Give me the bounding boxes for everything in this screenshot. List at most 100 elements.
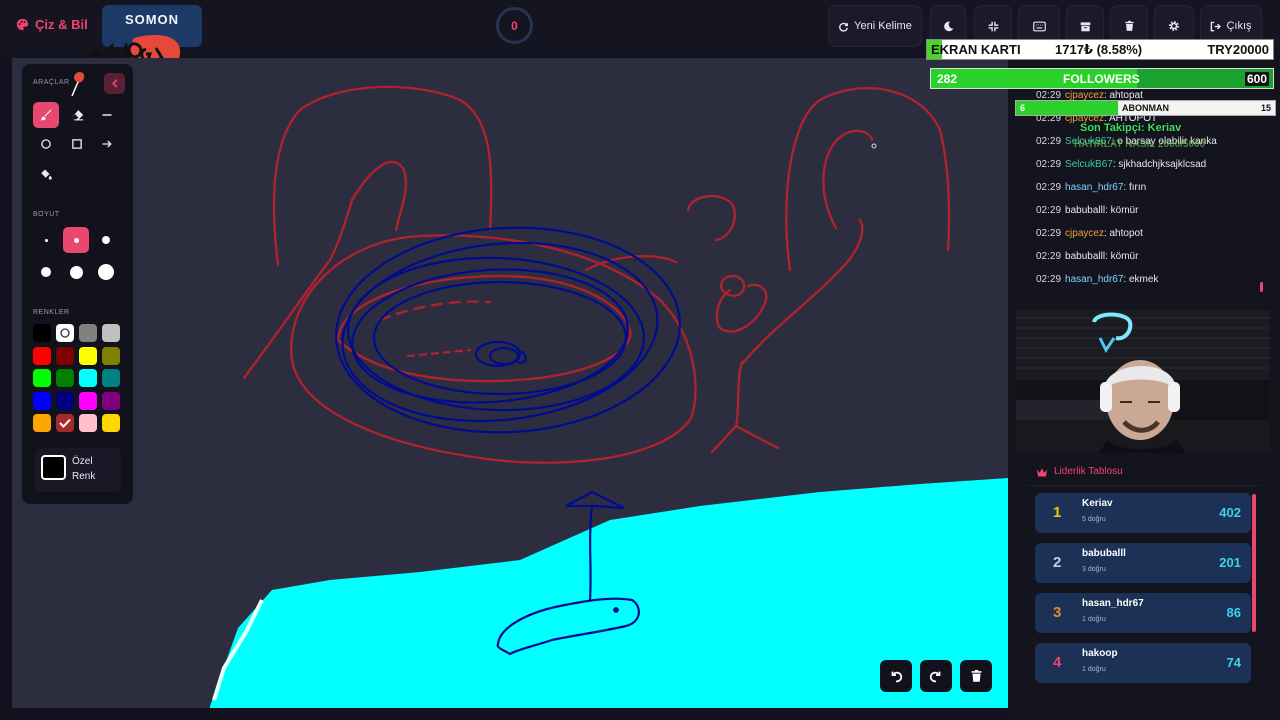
app-brand: Çiz & Bil: [16, 17, 88, 32]
expand-icon: [988, 21, 998, 31]
color-swatch[interactable]: [33, 414, 51, 432]
color-swatch[interactable]: [102, 414, 120, 432]
color-swatch[interactable]: [56, 391, 74, 410]
color-swatch[interactable]: [33, 391, 51, 410]
leaderboard-row: 4 hakoop 1 doğru 74: [1035, 643, 1251, 683]
followers-count: 282: [937, 72, 958, 86]
leaderboard-player-name: babuballl: [1082, 548, 1126, 559]
size-m[interactable]: [93, 227, 119, 253]
color-swatch[interactable]: [56, 324, 74, 342]
sign-out-icon: [1211, 21, 1222, 31]
abonman-label: ABONMAN: [1122, 103, 1169, 113]
custom-color-preview: [41, 455, 66, 480]
color-swatch[interactable]: [79, 324, 97, 342]
clear-canvas-button[interactable]: [960, 660, 992, 692]
chat-time: 02:29: [1036, 228, 1062, 239]
color-swatch[interactable]: [102, 324, 120, 342]
chat-username[interactable]: SelcukB67: [1065, 159, 1113, 170]
size-dot: [73, 237, 79, 243]
chat-log: 02:29 cjpaycez: ahtopat 02:29 cjpaycez: AHT…: [1028, 86, 1268, 286]
chat-message: 02:29 cjpaycez: ahtopot: [1036, 228, 1143, 239]
chat-username[interactable]: hasan_hdr67: [1065, 182, 1123, 193]
gpu-label: EKRAN KARTI: [931, 42, 1021, 57]
color-swatch[interactable]: [102, 346, 120, 365]
size-xl[interactable]: [63, 259, 89, 285]
tool-rectangle[interactable]: [64, 131, 90, 157]
leaderboard-correct-count: 1 doğru: [1082, 666, 1106, 673]
color-swatch[interactable]: [102, 369, 120, 387]
leaderboard-score: 402: [1219, 505, 1241, 520]
color-swatch[interactable]: [79, 391, 97, 410]
color-swatch[interactable]: [33, 346, 51, 365]
undo-button[interactable]: [880, 660, 912, 692]
gear-icon: [1169, 21, 1179, 31]
check-icon: [59, 418, 71, 428]
chat-username[interactable]: hasan_hdr67: [1065, 274, 1123, 285]
tool-fill[interactable]: [33, 161, 59, 187]
leaderboard-correct-count: 3 doğru: [1082, 566, 1106, 573]
tool-brush[interactable]: [33, 102, 59, 128]
leaderboard-correct-count: 1 doğru: [1082, 616, 1106, 623]
leaderboard-title-text: Liderlik Tablosu: [1054, 466, 1123, 477]
tool-circle[interactable]: [33, 131, 59, 157]
fill-bucket-icon: [40, 169, 52, 180]
tool-arrow[interactable]: [94, 131, 120, 157]
color-swatch[interactable]: [56, 414, 74, 432]
chat-message: 02:29 babuballl: kömür: [1036, 251, 1138, 262]
leaderboard-divider: [1028, 485, 1260, 486]
tool-line[interactable]: [94, 102, 120, 128]
trash-icon: [1124, 20, 1134, 31]
square-icon: [72, 139, 82, 149]
color-swatch[interactable]: [56, 346, 74, 365]
circle-icon: [41, 139, 51, 149]
app-title: Çiz & Bil: [35, 17, 88, 32]
size-xxl[interactable]: [93, 259, 119, 285]
color-swatch[interactable]: [56, 369, 74, 387]
chat-username[interactable]: cjpaycez: [1065, 228, 1104, 239]
leaderboard-row: 1 Keriav 5 doğru 402: [1035, 493, 1251, 533]
eraser-icon: [71, 110, 83, 121]
tools-section-title: ARAÇLAR: [33, 79, 70, 86]
keyboard-icon: [1032, 21, 1046, 31]
brush-sticker-icon: [71, 72, 85, 97]
abonman-goal-bar: 6 ABONMAN 15: [1015, 100, 1276, 116]
timer-value: 0: [511, 18, 518, 33]
leaderboard-row: 3 hasan_hdr67 1 doğru 86: [1035, 593, 1251, 633]
size-dot: [69, 265, 83, 279]
redo-button[interactable]: [920, 660, 952, 692]
webcam-image: [1016, 310, 1270, 453]
followers-goal-bar: 282 FOLLOWERS 600: [930, 68, 1274, 89]
color-swatch[interactable]: [79, 369, 97, 387]
color-swatch[interactable]: [102, 391, 120, 410]
chat-message: 02:29 hasan_hdr67: ekmek: [1036, 274, 1158, 285]
leaderboard-score: 74: [1226, 655, 1241, 670]
color-swatch[interactable]: [33, 324, 51, 342]
abonman-count: 6: [1020, 103, 1026, 113]
size-s[interactable]: [63, 227, 89, 253]
size-section-title: BOYUT: [33, 211, 60, 218]
followers-goal: 600: [1244, 72, 1269, 86]
size-l[interactable]: [33, 259, 59, 285]
chat-username[interactable]: babuballl: [1065, 205, 1105, 216]
color-swatch[interactable]: [79, 346, 97, 365]
canvas-drawing: [210, 85, 1008, 708]
leaderboard-score: 86: [1226, 605, 1241, 620]
leaderboard-rank: 4: [1053, 654, 1062, 671]
chat-scrollbar[interactable]: [1260, 282, 1263, 292]
trash-icon: [971, 669, 981, 682]
size-xs[interactable]: [33, 227, 59, 253]
line-icon: [102, 114, 112, 116]
chat-time: 02:29: [1036, 136, 1062, 147]
leaderboard-scrollbar[interactable]: [1252, 494, 1256, 632]
drawing-canvas[interactable]: [12, 58, 1008, 708]
color-swatch[interactable]: [33, 369, 51, 387]
new-word-button[interactable]: Yeni Kelime: [828, 5, 922, 47]
tool-eraser[interactable]: [64, 102, 90, 128]
size-dot: [44, 238, 48, 242]
chat-username[interactable]: babuballl: [1065, 251, 1105, 262]
collapse-panel-button[interactable]: [104, 73, 125, 94]
custom-color-button[interactable]: Özel Renk: [35, 448, 121, 492]
color-swatch[interactable]: [79, 414, 97, 432]
leaderboard-rank: 3: [1053, 604, 1062, 621]
leaderboard-player-name: Keriav: [1082, 498, 1113, 509]
